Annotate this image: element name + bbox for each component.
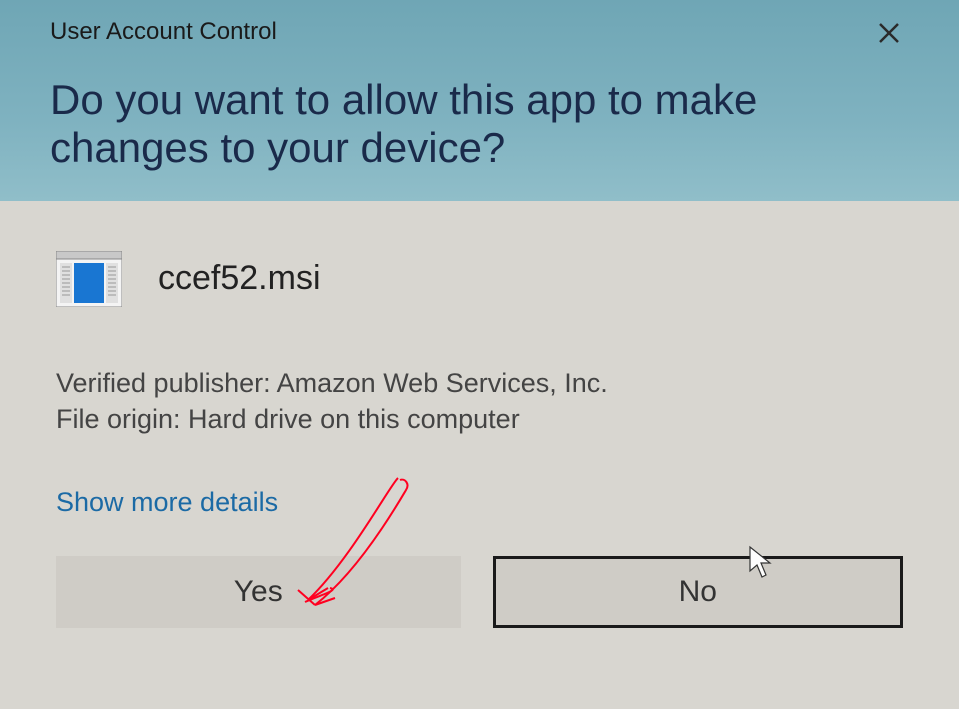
app-name: ccef52.msi: [158, 259, 321, 298]
show-more-details-link[interactable]: Show more details: [56, 487, 903, 518]
origin-line: File origin: Hard drive on this computer: [56, 401, 903, 437]
uac-dialog: User Account Control Do you want to allo…: [0, 0, 959, 709]
no-button[interactable]: No: [493, 556, 904, 628]
dialog-question: Do you want to allow this app to make ch…: [50, 76, 909, 173]
dialog-title: User Account Control: [50, 18, 277, 46]
close-icon[interactable]: [869, 18, 909, 50]
origin-value: Hard drive on this computer: [188, 404, 520, 434]
publisher-line: Verified publisher: Amazon Web Services,…: [56, 365, 903, 401]
title-row: User Account Control: [50, 18, 909, 50]
installer-icon: [56, 251, 122, 307]
app-metadata: Verified publisher: Amazon Web Services,…: [56, 365, 903, 438]
publisher-label: Verified publisher:: [56, 368, 277, 398]
dialog-body: ccef52.msi Verified publisher: Amazon We…: [0, 201, 959, 709]
dialog-header: User Account Control Do you want to allo…: [0, 0, 959, 201]
publisher-value: Amazon Web Services, Inc.: [277, 368, 608, 398]
button-row: Yes No: [56, 556, 903, 658]
app-info-row: ccef52.msi: [56, 251, 903, 307]
origin-label: File origin:: [56, 404, 188, 434]
yes-button[interactable]: Yes: [56, 556, 461, 628]
